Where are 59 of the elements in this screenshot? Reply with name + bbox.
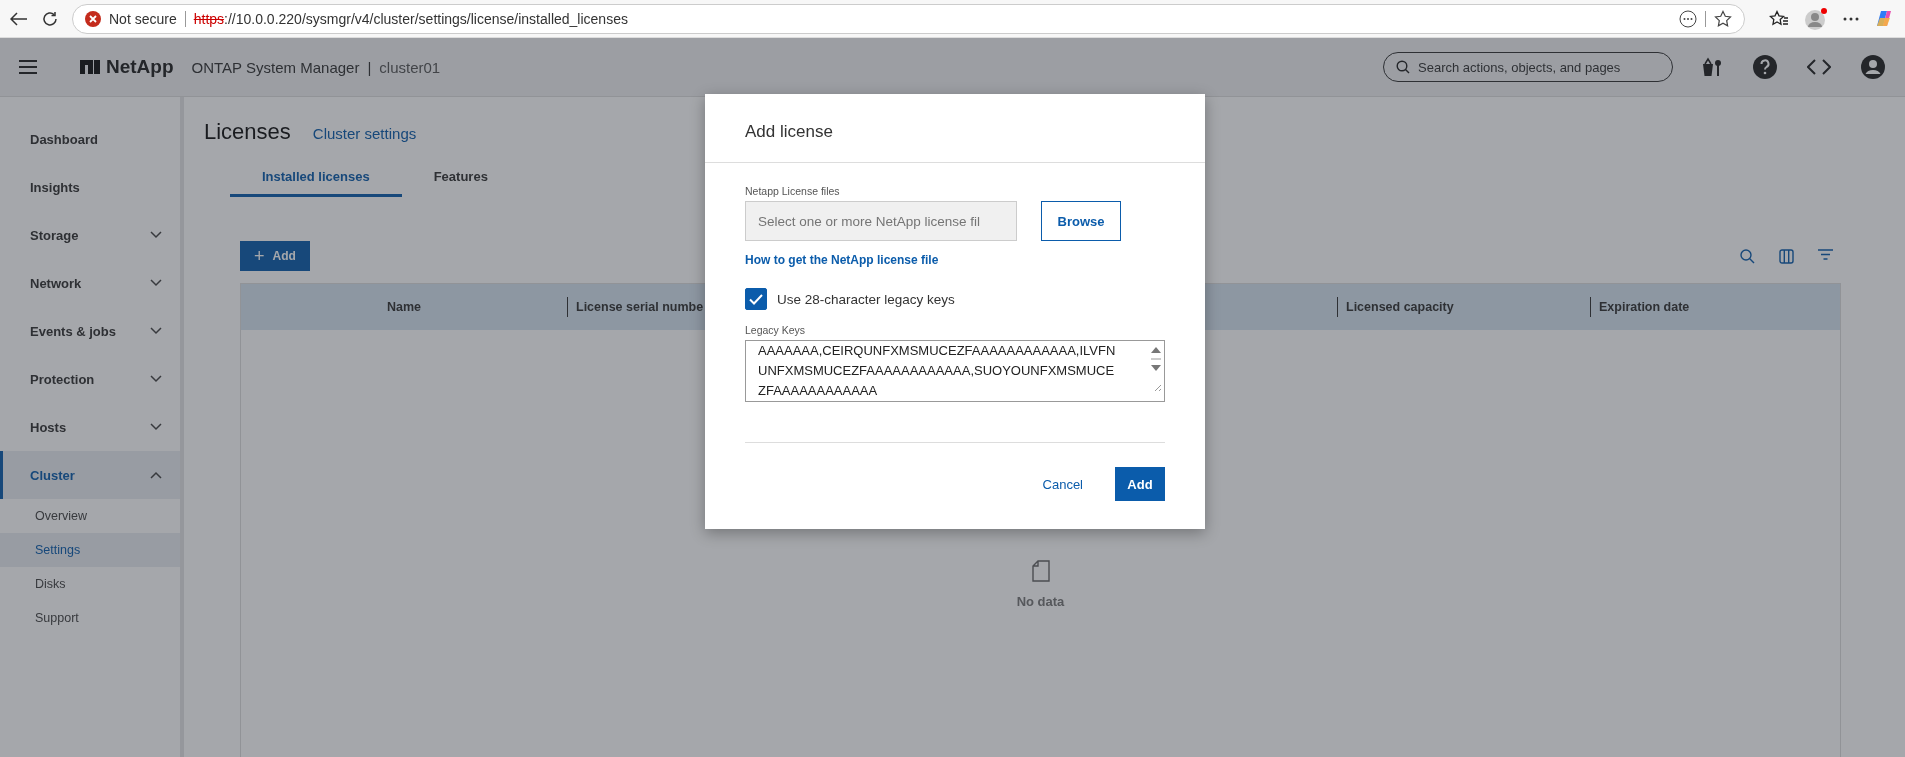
sidebar-item[interactable]: Storage <box>0 211 180 259</box>
page-title: Licenses <box>204 119 291 145</box>
cluster-settings-link[interactable]: Cluster settings <box>312 125 417 142</box>
more-icon[interactable] <box>1843 16 1859 21</box>
star-icon[interactable] <box>1714 9 1732 28</box>
sidebar-item[interactable]: Network <box>0 259 180 307</box>
field-label: Netapp License files <box>745 185 841 197</box>
columns-icon[interactable] <box>1779 248 1794 264</box>
document-icon <box>1031 559 1050 582</box>
address-bar[interactable]: Not secure https://10.0.0.220/sysmgr/v4/cluster/settings/license/installed_licenses <box>72 3 1745 34</box>
tab[interactable]: Features <box>401 161 520 197</box>
dialog-title: Add license <box>705 94 1205 163</box>
separator: | <box>367 58 372 76</box>
sidebar-subitem[interactable]: Support <box>0 601 180 635</box>
security-label[interactable]: Not secure <box>109 10 177 27</box>
more-circle-icon[interactable] <box>1679 9 1697 28</box>
help-link[interactable]: How to get the NetApp license file <box>745 253 939 267</box>
url-text: https://10.0.0.220/sysmgr/v4/cluster/settings/license/installed_licenses <box>193 10 628 27</box>
browse-button[interactable]: Browse <box>1041 201 1121 241</box>
logo-icon <box>80 60 100 74</box>
tab[interactable]: Installed licenses <box>230 161 402 197</box>
back-icon[interactable] <box>10 11 28 26</box>
reload-icon[interactable] <box>42 10 58 27</box>
legacy-keys-field[interactable]: AAAAAAA,CEIRQUNFXMSMUCEZFAAAAAAAAAAAA,ILVFN UNFXMSMUCEZFAAAAAAAAAAAA,SUOYOUNFXMSMUCE ZFAAAAAAAAAAAA <box>745 340 1165 402</box>
brand-name: NetApp <box>106 56 174 78</box>
empty-message: No data <box>1016 593 1065 609</box>
search-icon[interactable] <box>1740 248 1755 264</box>
sidebar-item[interactable]: Dashboard <box>0 115 180 163</box>
sidebar-item[interactable]: Protection <box>0 355 180 403</box>
favorites-icon[interactable] <box>1769 9 1789 28</box>
checkbox[interactable] <box>745 288 767 310</box>
column-header[interactable]: Name <box>241 297 567 317</box>
scroll-arrows-icon[interactable] <box>1150 345 1162 393</box>
sidebar-subitem[interactable]: Disks <box>0 567 180 601</box>
add-button[interactable]: Add <box>1115 467 1165 501</box>
help-icon[interactable] <box>1753 55 1777 79</box>
profile-icon[interactable] <box>1803 6 1829 31</box>
checkmark-icon <box>749 293 763 305</box>
code-icon[interactable] <box>1807 58 1831 76</box>
sidebar-subitem[interactable]: Overview <box>0 499 180 533</box>
filter-icon[interactable] <box>1818 248 1833 260</box>
sidebar-item[interactable]: Hosts <box>0 403 180 451</box>
search-icon <box>1396 60 1410 74</box>
checkbox-label[interactable]: Use 28-character legacy keys <box>777 291 955 307</box>
column-header[interactable]: Expiration date <box>1590 297 1840 317</box>
user-icon[interactable] <box>1861 55 1885 79</box>
column-header[interactable]: Licensed capacity <box>1337 297 1590 317</box>
cluster-name: cluster01 <box>379 58 441 76</box>
sidebar-item[interactable]: Cluster <box>0 451 180 499</box>
tools-icon[interactable] <box>1701 57 1723 77</box>
product-name: ONTAP System Manager <box>191 58 360 76</box>
sidebar-subitem[interactable]: Settings <box>0 533 180 567</box>
field-label: Legacy Keys <box>745 324 807 336</box>
sidebar-item[interactable]: Insights <box>0 163 180 211</box>
add-button[interactable]: + Add <box>240 241 310 271</box>
cancel-button[interactable]: Cancel <box>1036 475 1089 493</box>
menu-icon[interactable] <box>19 60 37 74</box>
warning-icon <box>85 10 101 27</box>
sidebar-item[interactable]: Events & jobs <box>0 307 180 355</box>
